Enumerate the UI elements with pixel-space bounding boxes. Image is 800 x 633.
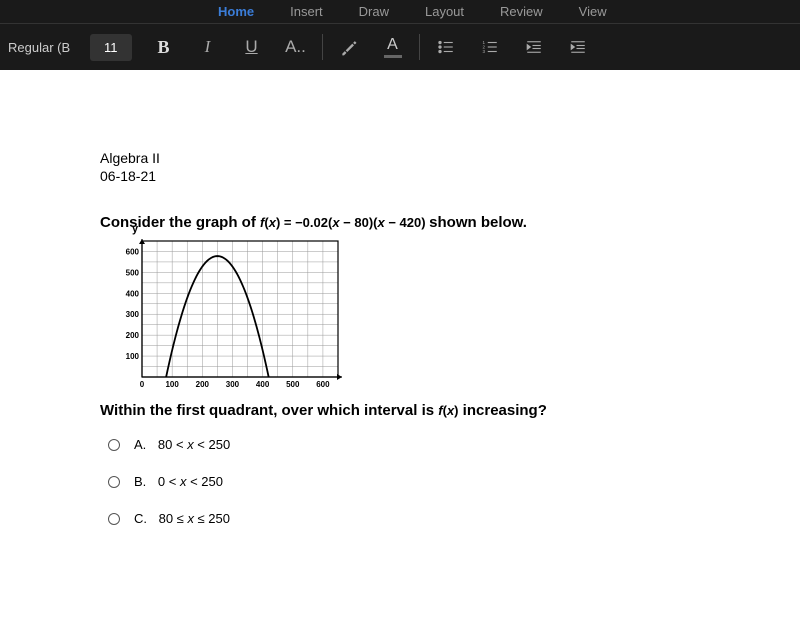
font-size-select[interactable]: 11 [90,34,132,61]
svg-text:200: 200 [126,331,140,340]
highlighter-icon [339,37,359,57]
question-text: Consider the graph of f(x) = −0.02(x − 8… [100,214,800,231]
tab-home[interactable]: Home [200,0,272,23]
bullet-list-icon [437,38,455,56]
svg-text:0: 0 [140,380,145,389]
radio-button[interactable] [108,476,120,488]
font-color-letter: A [387,36,398,54]
highlight-button[interactable] [327,30,371,64]
svg-text:600: 600 [316,380,330,389]
option-text: A. 80 < x < 250 [134,437,230,452]
radio-button[interactable] [108,439,120,451]
tab-view[interactable]: View [561,0,625,23]
format-row: Regular (B 11 B I U A.. A 123 [0,23,800,70]
tab-insert[interactable]: Insert [272,0,341,23]
svg-text:300: 300 [126,310,140,319]
answer-options: A. 80 < x < 250 B. 0 < x < 250 C. 80 ≤ x ≤… [100,437,800,526]
equation-text: f(x) = −0.02(x − 80)(x − 420) [260,215,429,230]
parabola-chart: 0 100 200 300 400 500 600 100 200 300 400 500 600 [114,235,344,395]
document-page[interactable]: Algebra II 06-18-21 Consider the graph o… [0,70,800,526]
font-name-select[interactable]: Regular (B [0,36,90,59]
underline-button[interactable]: U [230,30,274,64]
chart: y 0100200300400500600100200300400500600 … [114,235,800,400]
question-suffix: shown below. [429,214,527,231]
tab-layout[interactable]: Layout [407,0,482,23]
course-title: Algebra II [100,150,800,166]
tab-draw[interactable]: Draw [341,0,407,23]
font-options-button[interactable]: A.. [274,30,318,64]
separator [419,34,420,60]
option-row[interactable]: C. 80 ≤ x ≤ 250 [108,511,800,526]
outdent-button[interactable] [512,30,556,64]
numbered-list-icon: 123 [481,38,499,56]
svg-text:100: 100 [126,352,140,361]
document-date: 06-18-21 [100,168,800,184]
tab-review[interactable]: Review [482,0,561,23]
option-row[interactable]: B. 0 < x < 250 [108,474,800,489]
radio-button[interactable] [108,513,120,525]
svg-text:400: 400 [256,380,270,389]
bold-button[interactable]: B [142,30,186,64]
svg-text:500: 500 [126,268,140,277]
svg-text:400: 400 [126,289,140,298]
font-color-bar [384,55,402,58]
option-text: B. 0 < x < 250 [134,474,223,489]
option-row[interactable]: A. 80 < x < 250 [108,437,800,452]
italic-button[interactable]: I [186,30,230,64]
ribbon-toolbar: Home Insert Draw Layout Review View Regu… [0,0,800,70]
ribbon-tabs: Home Insert Draw Layout Review View [0,0,800,23]
y-axis-label: y [132,223,138,235]
font-color-button[interactable]: A [371,30,415,64]
numbered-list-button[interactable]: 123 [468,30,512,64]
indent-button[interactable] [556,30,600,64]
bullet-list-button[interactable] [424,30,468,64]
svg-text:3: 3 [482,49,485,54]
svg-text:300: 300 [226,380,240,389]
svg-text:200: 200 [196,380,210,389]
svg-text:100: 100 [165,380,179,389]
svg-text:500: 500 [286,380,300,389]
svg-text:600: 600 [126,247,140,256]
separator [322,34,323,60]
indent-icon [569,38,587,56]
sub-question: Within the first quadrant, over which in… [100,402,800,419]
question-prefix: Consider the graph of [100,214,260,231]
option-text: C. 80 ≤ x ≤ 250 [134,511,230,526]
outdent-icon [525,38,543,56]
